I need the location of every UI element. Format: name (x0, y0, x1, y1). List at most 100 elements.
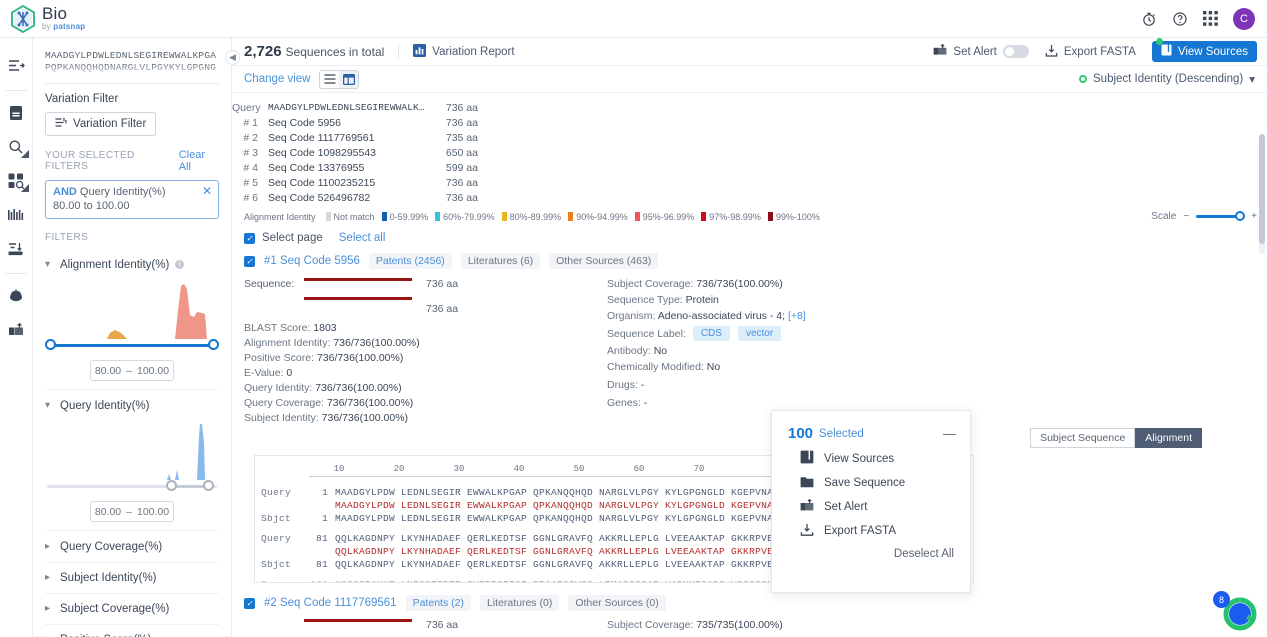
slider-knob-max[interactable] (208, 339, 219, 350)
slider-knob-max[interactable] (202, 480, 214, 491)
sidebar-collapse-button[interactable]: ◀ (225, 50, 240, 65)
tag-other-sources[interactable]: Other Sources (463) (549, 253, 659, 269)
slider-knob-min[interactable] (166, 480, 177, 491)
tag-literatures[interactable]: Literatures (6) (460, 253, 541, 269)
facet-header-alignment-identity[interactable]: ▾ Alignment Identity(%) i (33, 252, 231, 277)
overview-row[interactable]: # 2 Seq Code 1117769561 735 aa (232, 130, 1267, 145)
minimize-icon[interactable]: — (943, 426, 956, 441)
result-title[interactable]: #2 Seq Code 1117769561 (264, 597, 397, 609)
view-mode-grid-button[interactable] (339, 70, 359, 88)
sidebar-item-sort-table[interactable] (0, 233, 33, 267)
tag-patents[interactable]: Patents (2) (405, 595, 471, 611)
scale-minus-button[interactable]: − (1183, 211, 1189, 222)
help-icon[interactable] (1171, 10, 1188, 27)
overview-row-name[interactable]: Seq Code 5956 (258, 117, 428, 129)
alignment-identity-range-input[interactable]: 80.00 – 100.00 (90, 360, 174, 381)
legend-swatch (435, 212, 441, 221)
sidebar-item-alert[interactable] (0, 314, 33, 348)
result-checkbox[interactable]: ✓ (244, 255, 255, 267)
sort-dropdown[interactable]: Subject Identity (Descending) ▾ (1079, 72, 1267, 86)
result-checkbox[interactable]: ✓ (244, 597, 255, 609)
overview-row[interactable]: # 6 Seq Code 526496782 736 aa (232, 190, 1267, 205)
range-min-value[interactable]: 80.00 (95, 506, 121, 518)
facet-header-query-coverage[interactable]: ▸ Query Coverage(%) (33, 534, 231, 559)
brand-logo[interactable]: Bio by patsnap (10, 4, 85, 33)
change-view-label[interactable]: Change view (244, 73, 310, 85)
selected-filters-title: YOUR SELECTED FILTERS (45, 150, 135, 172)
panel-export-fasta-button[interactable]: Export FASTA (772, 515, 970, 539)
alignment-row-label: Sbjct (261, 513, 292, 524)
organism-more-link[interactable]: [+8] (788, 310, 806, 322)
overview-row[interactable]: # 5 Seq Code 1100235215 736 aa (232, 175, 1267, 190)
variation-filter-button[interactable]: Variation Filter (45, 112, 157, 136)
alignment-tab[interactable]: Alignment (1135, 428, 1202, 448)
range-min-value[interactable]: 80.00 (95, 365, 121, 377)
scale-slider[interactable] (1196, 211, 1246, 221)
sidebar-item-sequence-bars[interactable] (0, 199, 33, 233)
facet-header-positive-score[interactable]: ▸ Positive Score(%) (33, 627, 231, 637)
overview-row-name[interactable]: Seq Code 1117769561 (258, 132, 428, 144)
panel-view-sources-button[interactable]: View Sources (772, 442, 970, 467)
view-mode-switch[interactable] (319, 69, 360, 89)
range-max-value[interactable]: 100.00 (137, 365, 169, 377)
facet-header-query-identity[interactable]: ▾ Query Identity(%) (33, 393, 231, 418)
scale-control[interactable]: Scale − + (1151, 211, 1267, 222)
info-icon[interactable]: i (175, 260, 185, 269)
meta-row: Subject Coverage: 735/735(100.00%) (607, 619, 783, 631)
slider-knob-min[interactable] (45, 339, 56, 350)
range-max-value[interactable]: 100.00 (137, 506, 169, 518)
scale-slider-knob[interactable] (1235, 211, 1246, 221)
sidebar-item-workspace[interactable] (0, 280, 33, 314)
deselect-all-button[interactable]: Deselect All (772, 539, 970, 560)
close-icon[interactable]: ✕ (202, 185, 212, 197)
tag-literatures[interactable]: Literatures (0) (479, 595, 560, 611)
scale-plus-button[interactable]: + (1251, 211, 1257, 222)
result-title[interactable]: #1 Seq Code 5956 (264, 255, 360, 267)
meta-row: Chemically Modified: No (607, 361, 806, 373)
apps-grid-icon[interactable] (1202, 10, 1219, 27)
view-sources-button[interactable]: View Sources (1151, 38, 1257, 62)
sidebar-item-document[interactable] (0, 97, 33, 131)
query-sequence-text[interactable]: MAADGYLPDWLEDNLSEGIREWWALKPGAPQPKANQQHQD… (45, 50, 219, 74)
sequence-label-pill[interactable]: CDS (692, 326, 730, 341)
avatar[interactable]: C (1233, 7, 1255, 30)
stat-key: Alignment Identity: (244, 337, 331, 349)
overview-row-name[interactable]: Seq Code 1098295543 (258, 147, 428, 159)
sidebar-item-search[interactable] (0, 131, 33, 165)
set-alert-toggle[interactable] (1002, 45, 1029, 58)
page-scrollbar-thumb[interactable] (1259, 134, 1265, 244)
query-identity-range-input[interactable]: 80.00 – 100.00 (90, 501, 174, 522)
sequence-label-pill[interactable]: vector (737, 326, 782, 341)
chat-fab[interactable]: 8 (1213, 589, 1259, 633)
overview-row-name[interactable]: Seq Code 526496782 (258, 192, 428, 204)
select-all-button[interactable]: Select all (339, 232, 386, 244)
timer-icon[interactable] (1140, 10, 1157, 27)
overview-row-name[interactable]: Seq Code 1100235215 (258, 177, 428, 189)
panel-set-alert-button[interactable]: Set Alert (772, 491, 970, 515)
page-scrollbar[interactable] (1259, 134, 1265, 254)
facet-header-subject-identity[interactable]: ▸ Subject Identity(%) (33, 565, 231, 590)
clear-all-button[interactable]: Clear All (179, 149, 219, 173)
alignment-row-start (309, 499, 335, 512)
alignment-identity-histogram (47, 281, 217, 339)
sidebar-item-collapse-menu[interactable] (0, 50, 33, 84)
set-alert-button[interactable]: Set Alert (933, 43, 1029, 59)
export-fasta-button[interactable]: Export FASTA (1045, 44, 1136, 60)
overview-row[interactable]: # 3 Seq Code 1098295543 650 aa (232, 145, 1267, 160)
subject-sequence-tab[interactable]: Subject Sequence (1030, 428, 1136, 448)
overview-row[interactable]: # 4 Seq Code 13376955 599 aa (232, 160, 1267, 175)
panel-save-sequence-button[interactable]: Save Sequence (772, 467, 970, 491)
variation-report-button[interactable]: Variation Report (413, 43, 515, 60)
facet-header-subject-coverage[interactable]: ▸ Subject Coverage(%) (33, 596, 231, 621)
overview-row-name[interactable]: Seq Code 13376955 (258, 162, 428, 174)
view-mode-list-button[interactable] (320, 70, 340, 88)
facet-divider (45, 562, 219, 563)
query-identity-slider[interactable] (47, 480, 217, 494)
sidebar-item-analytics-search[interactable] (0, 165, 33, 199)
overview-row[interactable]: # 1 Seq Code 5956 736 aa (232, 115, 1267, 130)
select-page-checkbox[interactable]: ✓ (244, 232, 255, 244)
tag-other-sources[interactable]: Other Sources (0) (568, 595, 666, 611)
tag-patents[interactable]: Patents (2456) (368, 253, 452, 269)
alignment-identity-slider[interactable] (45, 339, 219, 353)
stat-value: 736/736(100.00%) (326, 397, 414, 409)
